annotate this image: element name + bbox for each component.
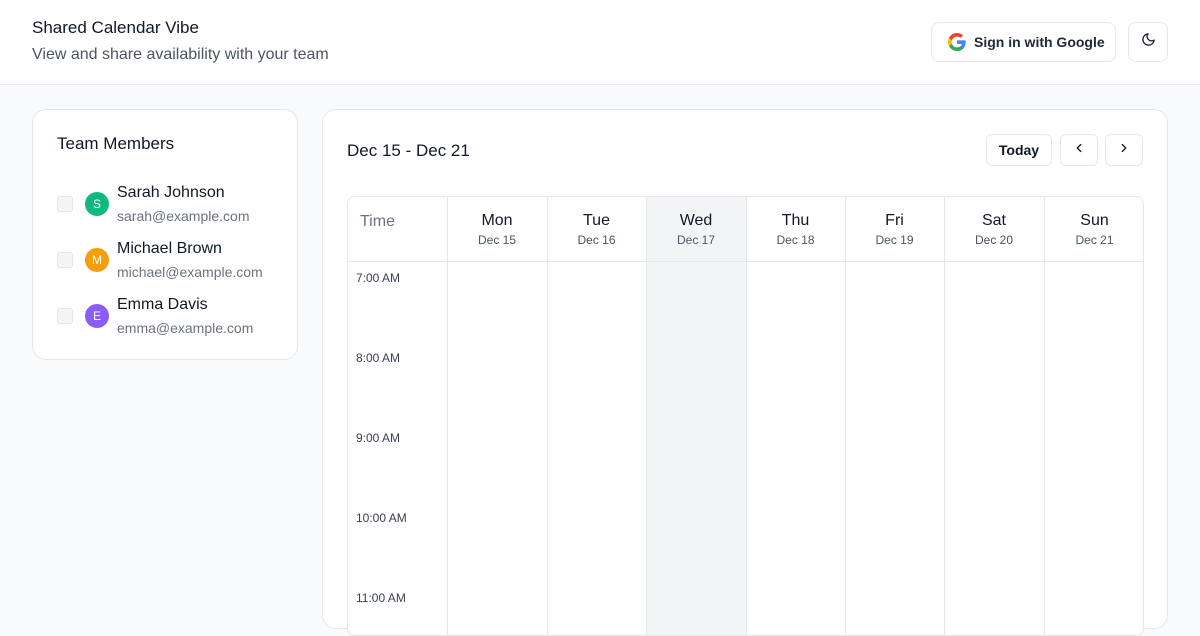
day-date: Dec 21	[1075, 233, 1114, 247]
member-email: emma@example.com	[117, 320, 254, 336]
member-email: sarah@example.com	[117, 208, 250, 224]
member-name: Sarah Johnson	[117, 184, 225, 201]
time-slot-label: 10:00 AM	[356, 511, 407, 525]
member-name: Emma Davis	[117, 296, 208, 313]
app-subtitle: View and share availability with your te…	[32, 46, 329, 63]
day-header-mon: Mon Dec 15	[447, 197, 547, 262]
day-header-thu: Thu Dec 18	[746, 197, 845, 262]
avatar: M	[85, 248, 109, 272]
day-header-sun: Sun Dec 21	[1044, 197, 1143, 262]
day-name: Mon	[481, 212, 513, 229]
next-week-button[interactable]	[1105, 134, 1143, 166]
day-column-wed[interactable]	[646, 197, 746, 635]
moon-icon	[1141, 32, 1156, 52]
app-header: Shared Calendar Vibe View and share avai…	[0, 0, 1200, 85]
member-email: michael@example.com	[117, 264, 263, 280]
day-date: Dec 15	[477, 233, 517, 247]
chevron-left-icon	[1072, 141, 1086, 160]
day-column-tue[interactable]	[547, 197, 646, 635]
member-checkbox[interactable]	[57, 252, 73, 268]
day-date: Dec 18	[776, 233, 815, 247]
day-name: Sat	[981, 212, 1006, 229]
day-name: Tue	[583, 212, 610, 229]
day-header-wed: Wed Dec 17	[646, 197, 746, 262]
week-grid: Time Mon Dec 15 Tue Dec 16 Wed Dec 17 Th…	[347, 196, 1144, 636]
member-row-michael: M Michael Brown michael@example.com	[57, 240, 287, 284]
time-column-header: Time	[348, 197, 447, 262]
day-date: Dec 16	[577, 233, 616, 247]
time-slot-label: 8:00 AM	[356, 351, 401, 365]
team-members-title: Team Members	[57, 134, 175, 153]
member-checkbox[interactable]	[57, 196, 73, 212]
day-header-tue: Tue Dec 16	[547, 197, 646, 262]
avatar: S	[85, 192, 109, 216]
day-column-thu[interactable]	[746, 197, 845, 635]
chevron-right-icon	[1117, 141, 1131, 160]
day-column-sun[interactable]	[1044, 197, 1143, 635]
day-date: Dec 20	[974, 233, 1014, 247]
day-header-fri: Fri Dec 19	[845, 197, 944, 262]
day-name: Wed	[679, 212, 713, 229]
day-column-sat[interactable]	[944, 197, 1044, 635]
day-name: Thu	[781, 212, 810, 229]
google-sign-in-label: Sign in with Google	[974, 34, 1105, 50]
day-column-fri[interactable]	[845, 197, 944, 635]
google-icon	[948, 33, 966, 51]
calendar-panel: Dec 15 - Dec 21 Today Time Mon Dec 15 Tu…	[322, 109, 1168, 636]
member-name: Michael Brown	[117, 240, 222, 257]
day-header-sat: Sat Dec 20	[944, 197, 1044, 262]
team-members-panel: Team Members S Sarah Johnson sarah@examp…	[32, 109, 298, 360]
time-slot-label: 9:00 AM	[356, 431, 401, 445]
day-column-mon[interactable]	[447, 197, 547, 635]
day-date: Dec 17	[676, 233, 716, 247]
day-name: Fri	[885, 212, 904, 229]
google-sign-in-button[interactable]: Sign in with Google	[931, 22, 1116, 62]
member-row-sarah: S Sarah Johnson sarah@example.com	[57, 184, 287, 228]
theme-toggle-button[interactable]	[1128, 22, 1168, 62]
time-header-label: Time	[360, 213, 395, 230]
week-range-label: Dec 15 - Dec 21	[347, 141, 470, 160]
app-title: Shared Calendar Vibe	[32, 18, 199, 37]
avatar: E	[85, 304, 109, 328]
member-checkbox[interactable]	[57, 308, 73, 324]
today-button[interactable]: Today	[986, 134, 1052, 166]
day-date: Dec 19	[875, 233, 914, 247]
time-slot-label: 11:00 AM	[356, 591, 406, 605]
time-slot-label: 7:00 AM	[356, 271, 401, 285]
member-row-emma: E Emma Davis emma@example.com	[57, 296, 287, 340]
previous-week-button[interactable]	[1060, 134, 1098, 166]
day-name: Sun	[1080, 212, 1109, 229]
